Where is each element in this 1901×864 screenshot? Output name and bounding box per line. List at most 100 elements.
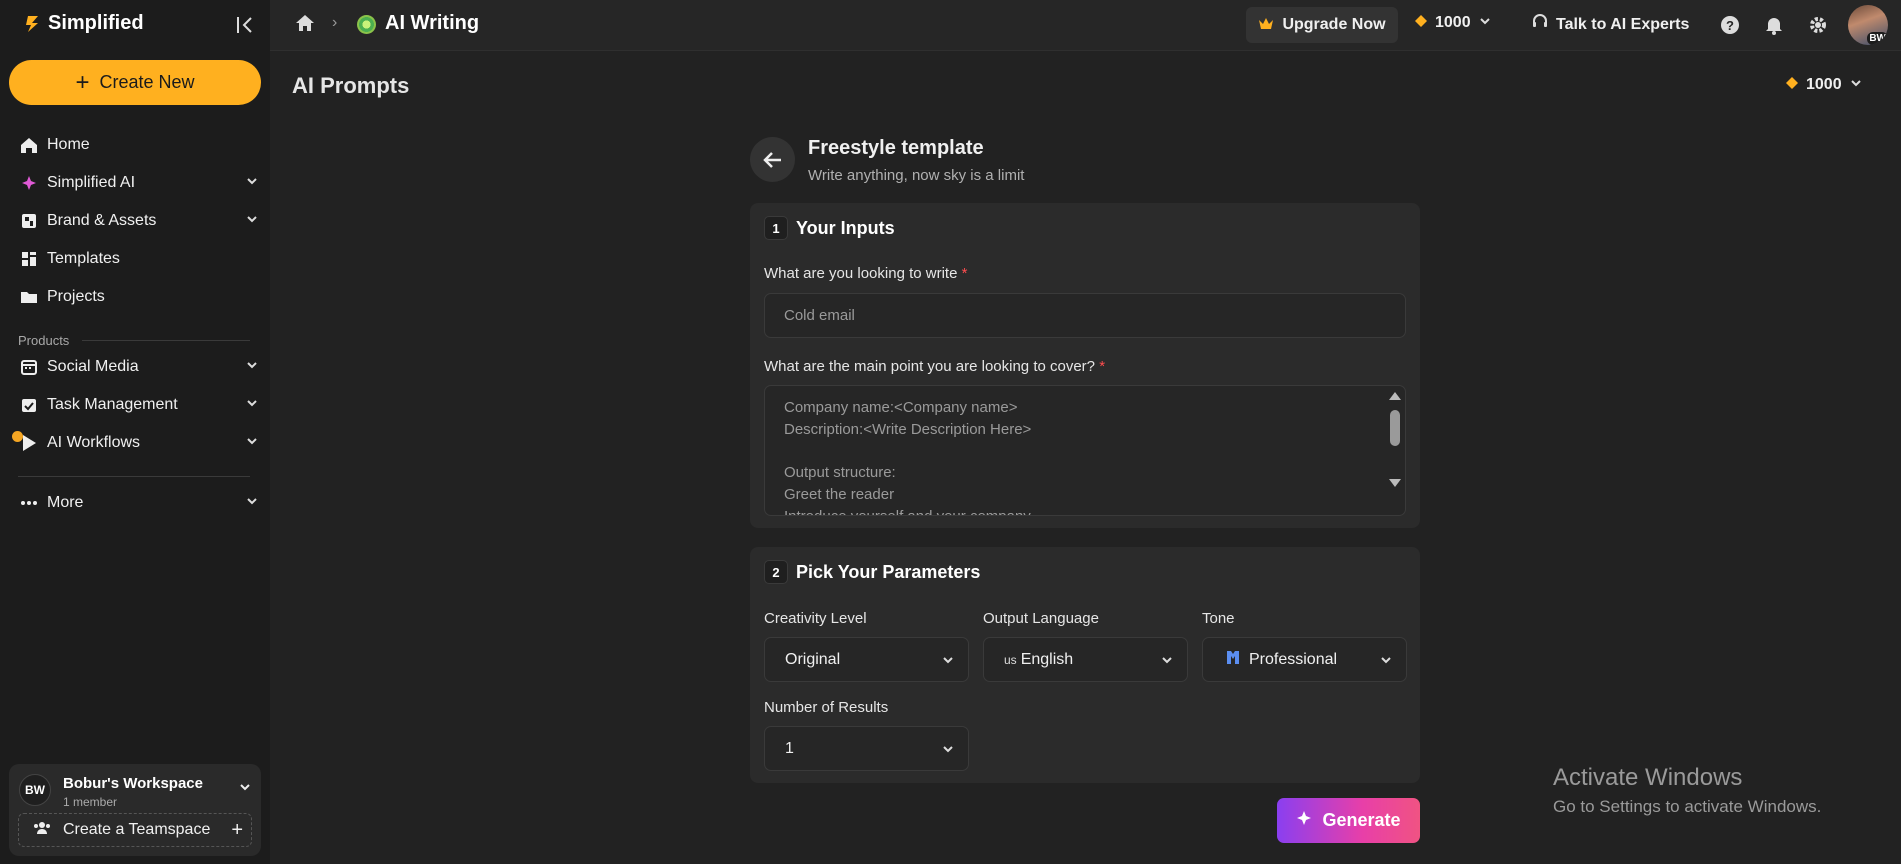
template-title: Freestyle template [808, 137, 984, 159]
create-teamspace-button[interactable]: Create a Teamspace + [18, 813, 252, 847]
template-subtitle: Write anything, now sky is a limit [808, 167, 1025, 184]
headset-icon [1532, 14, 1548, 35]
sidebar-item-label: Home [47, 136, 90, 153]
chevron-down-icon[interactable] [246, 434, 258, 452]
upgrade-label: Upgrade Now [1282, 16, 1386, 33]
generate-label: Generate [1322, 810, 1401, 830]
breadcrumb-chevron-right-icon: › [332, 14, 338, 31]
divider [82, 340, 250, 341]
upgrade-now-button[interactable]: Upgrade Now [1246, 7, 1398, 43]
page-title: AI Prompts [292, 73, 410, 98]
sparkle-icon [1296, 810, 1312, 831]
tone-value: Professional [1249, 650, 1338, 668]
main-points-textarea[interactable]: Company name:<Company name> Description:… [764, 385, 1406, 516]
professional-icon [1225, 649, 1241, 670]
creativity-select[interactable]: Original [764, 637, 969, 682]
avatar-initials: BW [1867, 32, 1888, 45]
sidebar-item-label: Task Management [47, 396, 178, 413]
parameters-title: Pick Your Parameters [796, 562, 981, 582]
sidebar-item-task-management[interactable]: Task Management [18, 392, 258, 418]
collapse-sidebar-icon[interactable] [234, 14, 256, 36]
chevron-down-icon[interactable] [246, 212, 258, 230]
results-select[interactable]: 1 [764, 726, 969, 771]
chevron-down-icon[interactable] [246, 396, 258, 414]
arrow-left-icon [762, 151, 781, 168]
help-icon[interactable]: ? [1719, 14, 1741, 36]
writing-topic-input[interactable]: Cold email [764, 293, 1406, 338]
credits-dropdown[interactable]: 1000 [1415, 14, 1491, 32]
chevron-down-icon[interactable] [246, 174, 258, 192]
back-button[interactable] [750, 137, 795, 182]
topbar: › AI Writing Upgrade Now 1000 Talk to AI… [270, 0, 1901, 51]
tone-select[interactable]: Professional [1202, 637, 1407, 682]
chevron-down-icon [1380, 653, 1392, 671]
plus-icon: + [231, 819, 243, 841]
inputs-card: 1 Your Inputs What are you looking to wr… [750, 203, 1420, 528]
language-label: Output Language [983, 610, 1099, 627]
app-title: AI Writing [385, 12, 480, 34]
scroll-up-arrow[interactable] [1389, 392, 1401, 400]
sidebar-item-brand-assets[interactable]: Brand & Assets [18, 208, 258, 234]
task-icon [18, 395, 40, 415]
create-new-label: Create New [99, 72, 195, 92]
products-section-label: Products [18, 333, 70, 348]
sidebar-item-label: Brand & Assets [47, 212, 157, 229]
activate-windows-subtitle: Go to Settings to activate Windows. [1553, 797, 1822, 816]
chevron-down-icon[interactable] [246, 358, 258, 376]
logo-text: Simplified [48, 12, 144, 34]
credits-value: 1000 [1435, 14, 1471, 31]
language-value: English [1020, 650, 1074, 668]
language-select[interactable]: us English [983, 637, 1188, 682]
main-points-placeholder: Company name:<Company name> Description:… [784, 399, 1032, 515]
generate-button[interactable]: Generate [1277, 798, 1420, 843]
plus-icon: + [75, 68, 90, 96]
q1-label: What are you looking to write * [764, 265, 967, 282]
calendar-icon [18, 357, 40, 377]
sidebar-item-more[interactable]: More [18, 490, 258, 516]
talk-label: Talk to AI Experts [1556, 15, 1690, 33]
chevron-down-icon [942, 742, 954, 760]
sidebar-item-ai-workflows[interactable]: AI Workflows [18, 430, 258, 456]
chevron-down-icon[interactable] [246, 494, 258, 512]
templates-icon [18, 249, 40, 269]
sidebar-item-simplified-ai[interactable]: Simplified AI [18, 170, 258, 196]
folder-icon [18, 287, 40, 307]
parameters-card: 2 Pick Your Parameters Creativity Level … [750, 547, 1420, 783]
breadcrumb-home-icon[interactable] [294, 13, 316, 38]
gear-icon[interactable] [1807, 14, 1829, 36]
sidebar-item-templates[interactable]: Templates [18, 246, 258, 272]
workspace-avatar: BW [19, 774, 51, 806]
workspace-panel: BW Bobur's Workspace 1 member Create a T… [9, 764, 261, 856]
results-value: 1 [785, 739, 794, 757]
chevron-down-icon [1161, 653, 1173, 671]
more-dots-icon [18, 493, 40, 513]
tone-label: Tone [1202, 610, 1235, 627]
workspace-name[interactable]: Bobur's Workspace [63, 775, 203, 792]
sidebar-item-home[interactable]: Home [18, 132, 258, 158]
divider [18, 476, 250, 477]
sidebar-item-projects[interactable]: Projects [18, 284, 258, 310]
workspace-chevron-down-icon[interactable] [239, 780, 251, 798]
user-avatar[interactable]: BW [1848, 5, 1888, 45]
brand-icon [18, 211, 40, 231]
sidebar-item-social-media[interactable]: Social Media [18, 354, 258, 380]
workspace-members: 1 member [63, 795, 118, 809]
q1-label-text: What are you looking to write [764, 265, 958, 282]
scroll-down-arrow[interactable] [1389, 479, 1401, 487]
required-marker: * [1099, 358, 1106, 375]
svg-text:?: ? [1726, 18, 1734, 33]
talk-to-experts-button[interactable]: Talk to AI Experts [1532, 14, 1689, 35]
results-label: Number of Results [764, 699, 889, 716]
required-marker: * [961, 265, 968, 282]
bell-icon[interactable] [1763, 14, 1785, 36]
crown-icon [1258, 16, 1274, 34]
create-new-button[interactable]: + Create New [9, 60, 261, 105]
sidebar-item-label: AI Workflows [47, 434, 141, 451]
credits-dropdown-main[interactable]: 1000 [1786, 76, 1862, 94]
sparkle-icon [18, 173, 40, 193]
sidebar: Simplified + Create New Home Simplified … [0, 0, 270, 864]
scrollbar-thumb[interactable] [1390, 410, 1400, 446]
simplified-logo-icon [26, 15, 38, 32]
logo[interactable]: Simplified [24, 12, 144, 35]
chevron-down-icon [1850, 76, 1862, 94]
